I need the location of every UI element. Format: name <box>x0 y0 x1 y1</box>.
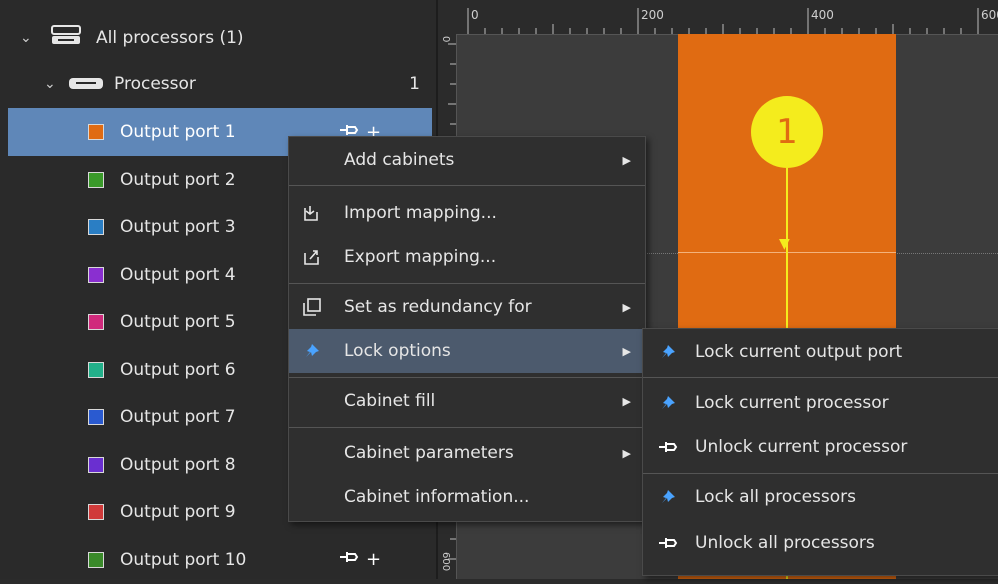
menu-item-label: Cabinet parameters <box>344 443 514 463</box>
context-menu: Add cabinets ▶ Import mapping... Export … <box>288 136 646 522</box>
submenu-item-label: Lock current output port <box>695 342 903 362</box>
export-icon <box>301 246 323 268</box>
tree-root[interactable]: ⌄ All processors (1) <box>0 14 432 62</box>
ruler-vertical-label: 0 <box>440 36 451 43</box>
menu-item-lock-options[interactable]: Lock options ▶ <box>289 329 645 373</box>
submenu-arrow-icon: ▶ <box>622 394 631 408</box>
submenu-item-label: Unlock current processor <box>695 437 908 457</box>
port-color-swatch <box>88 504 104 520</box>
menu-item-export-mapping[interactable]: Export mapping... <box>289 235 645 279</box>
submenu-item-label: Lock current processor <box>695 393 889 413</box>
menu-item-label: Lock options <box>344 341 451 361</box>
submenu-arrow-icon: ▶ <box>622 446 631 460</box>
lock-options-submenu: Lock current output port Lock current pr… <box>642 328 998 576</box>
tree-processor[interactable]: ⌄ Processor 1 <box>0 60 432 108</box>
submenu-arrow-icon: ▶ <box>622 153 631 167</box>
import-icon <box>301 202 323 224</box>
menu-item-set-redundancy[interactable]: Set as redundancy for ▶ <box>289 285 645 329</box>
port-number-badge[interactable]: 1 <box>751 96 823 168</box>
chevron-down-icon[interactable]: ⌄ <box>20 30 36 46</box>
unpin-icon <box>657 436 679 458</box>
tree-item-output-port[interactable]: Output port 10 + <box>0 536 432 584</box>
pin-blue-icon <box>657 392 679 414</box>
submenu-item-lock-current-output-port[interactable]: Lock current output port <box>643 330 998 374</box>
submenu-item-label: Unlock all processors <box>695 533 875 553</box>
menu-item-label: Export mapping... <box>344 247 497 267</box>
menu-separator <box>289 283 645 284</box>
submenu-item-unlock-all-processors[interactable]: Unlock all processors <box>643 521 998 565</box>
pin-blue-icon <box>657 486 679 508</box>
port-color-swatch <box>88 456 104 473</box>
tree-root-label: All processors (1) <box>96 28 244 48</box>
unpin-icon <box>657 532 679 554</box>
redundancy-icon <box>301 296 323 318</box>
submenu-item-lock-all-processors[interactable]: Lock all processors <box>643 475 998 519</box>
port-color-swatch <box>88 551 104 568</box>
pin-icon <box>301 340 323 362</box>
submenu-item-lock-current-processor[interactable]: Lock current processor <box>643 381 998 425</box>
menu-item-label: Add cabinets <box>344 150 455 170</box>
port-color-swatch <box>88 219 104 235</box>
processor-icon <box>69 78 103 89</box>
port-label: Output port 10 <box>120 549 247 570</box>
port-label: Output port 7 <box>120 407 236 427</box>
port-label: Output port 1 <box>120 122 236 142</box>
arrow-down-icon: ▼ <box>779 236 790 252</box>
menu-item-import-mapping[interactable]: Import mapping... <box>289 191 645 235</box>
port-label: Output port 8 <box>120 454 236 475</box>
processor-count: 1 <box>409 74 420 94</box>
port-label: Output port 5 <box>120 312 236 332</box>
ruler-tick-label: 0 <box>471 8 479 22</box>
ruler-vertical-label: 600 <box>440 552 451 572</box>
submenu-item-unlock-current-processor[interactable]: Unlock current processor <box>643 425 998 469</box>
pin-blue-icon <box>657 341 679 363</box>
port-color-swatch <box>88 124 104 140</box>
ruler-tick-label: 200 <box>641 8 664 22</box>
menu-item-label: Cabinet fill <box>344 391 436 411</box>
menu-separator <box>289 185 645 186</box>
port-label: Output port 3 <box>120 217 236 237</box>
ruler-tick-label: 400 <box>811 8 834 22</box>
submenu-item-label: Lock all processors <box>695 487 857 507</box>
port-label: Output port 6 <box>120 359 236 380</box>
submenu-arrow-icon: ▶ <box>622 344 631 358</box>
ruler-horizontal: 0 200 400 600 <box>438 0 998 35</box>
menu-item-add-cabinets[interactable]: Add cabinets ▶ <box>289 138 645 182</box>
menu-separator <box>643 377 998 378</box>
ruler-tick-label: 600 <box>981 8 998 22</box>
port-tools: + <box>338 549 381 570</box>
port-label: Output port 4 <box>120 264 236 285</box>
port-label: Output port 2 <box>120 169 236 190</box>
port-color-swatch <box>88 171 104 188</box>
menu-item-label: Cabinet information... <box>344 487 530 507</box>
menu-separator <box>289 427 645 428</box>
submenu-arrow-icon: ▶ <box>622 300 631 314</box>
menu-separator <box>643 473 998 474</box>
port-color-swatch <box>88 314 104 330</box>
port-color-swatch <box>88 361 104 378</box>
menu-item-cabinet-parameters[interactable]: Cabinet parameters ▶ <box>289 431 645 475</box>
port-color-swatch <box>88 409 104 425</box>
menu-item-label: Import mapping... <box>344 203 497 223</box>
add-icon[interactable]: + <box>366 549 381 570</box>
chevron-down-icon[interactable]: ⌄ <box>44 76 60 92</box>
ruler-ticks <box>467 8 979 34</box>
menu-item-cabinet-fill[interactable]: Cabinet fill ▶ <box>289 379 645 423</box>
menu-item-cabinet-information[interactable]: Cabinet information... <box>289 475 645 519</box>
menu-separator <box>289 377 645 378</box>
processor-label: Processor <box>114 74 196 94</box>
menu-item-label: Set as redundancy for <box>344 297 532 317</box>
processor-stack-icon <box>51 25 81 44</box>
port-label: Output port 9 <box>120 502 236 522</box>
port-color-swatch <box>88 266 104 283</box>
unpin-icon[interactable] <box>338 549 360 570</box>
